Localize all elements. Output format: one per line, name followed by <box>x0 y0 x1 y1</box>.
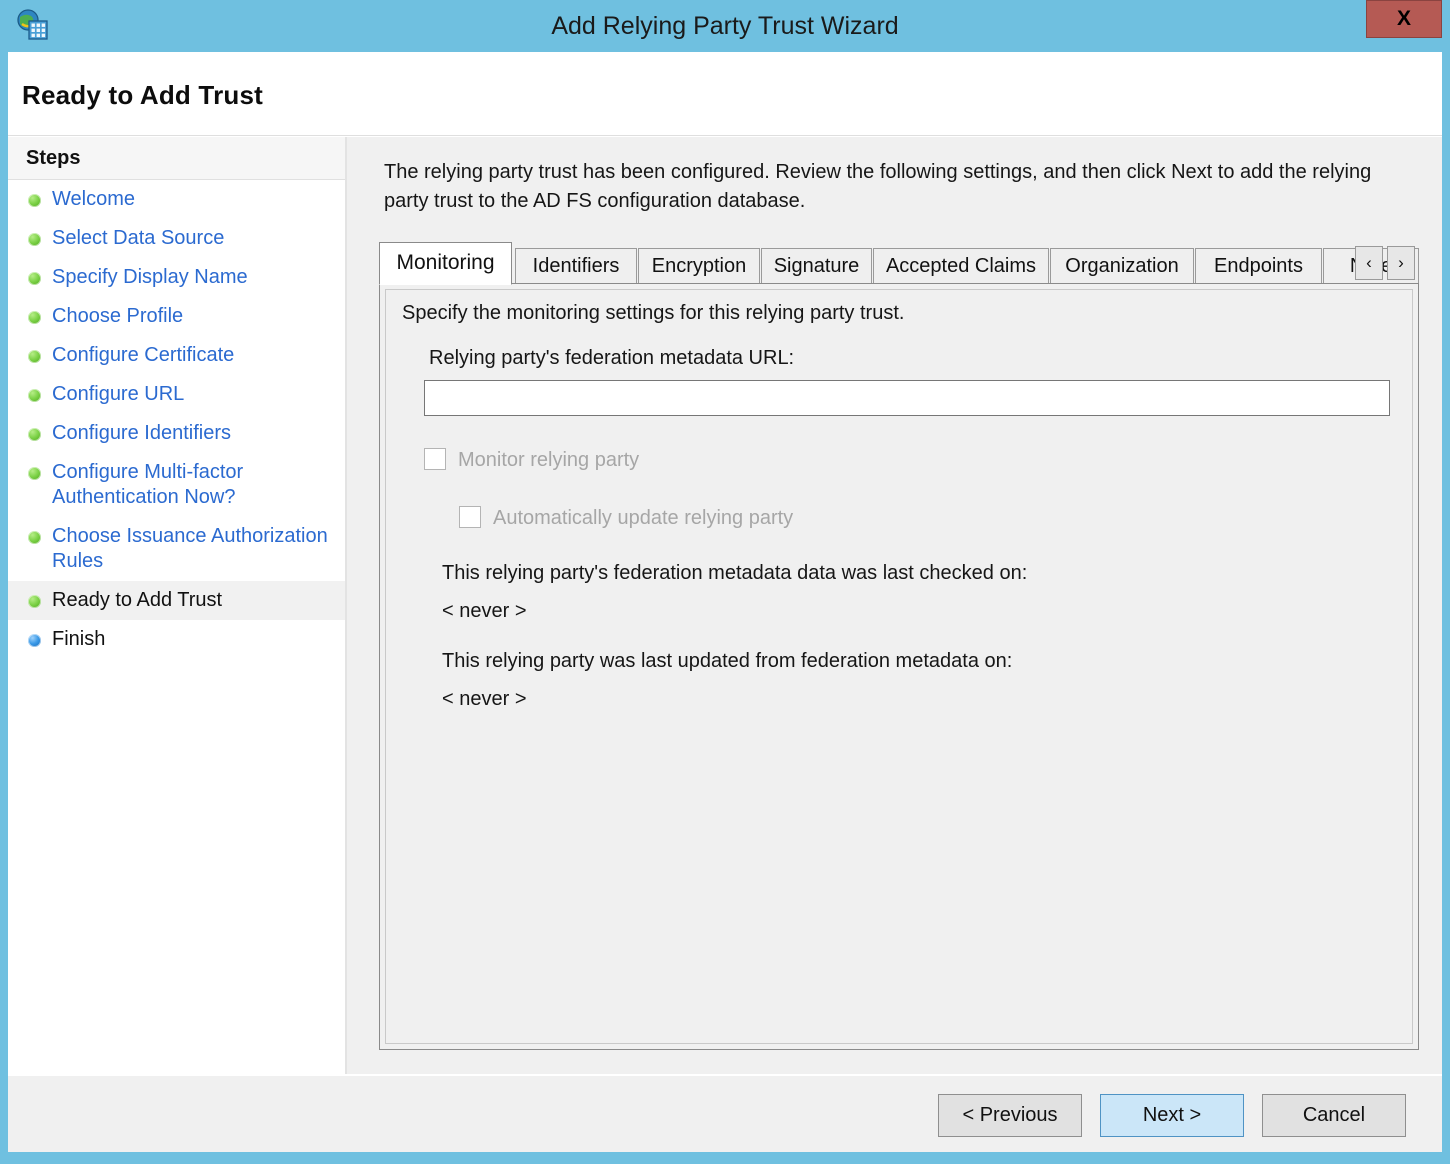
window-title: Add Relying Party Trust Wizard <box>551 12 899 40</box>
steps-heading: Steps <box>26 147 81 169</box>
sidebar-item-label: Configure URL <box>52 383 185 405</box>
sidebar-item-label: Specify Display Name <box>52 266 248 288</box>
sidebar-item-configure-url[interactable]: Configure URL <box>8 375 345 414</box>
sidebar-item-configure-identifiers[interactable]: Configure Identifiers <box>8 414 345 453</box>
tab-endpoints[interactable]: Endpoints <box>1195 248 1322 284</box>
metadata-url-input[interactable] <box>424 380 1390 416</box>
step-bullet-icon <box>28 634 41 647</box>
tab-organization[interactable]: Organization <box>1050 248 1194 284</box>
step-bullet-icon <box>28 272 41 285</box>
step-bullet-icon <box>28 428 41 441</box>
sidebar-item-choose-issuance-authorization-rules[interactable]: Choose Issuance Authorization Rules <box>8 517 345 581</box>
auto-update-relying-party-checkbox[interactable]: Automatically update relying party <box>459 505 793 531</box>
monitoring-description: Specify the monitoring settings for this… <box>402 302 905 324</box>
step-bullet-icon <box>28 595 41 608</box>
sidebar-item-label: Configure Multi-factor Authentication No… <box>52 461 244 508</box>
settings-tab-control: Monitoring Identifiers Encryption Signat… <box>379 242 1419 1050</box>
sidebar-item-label: Choose Profile <box>52 305 184 327</box>
step-bullet-icon <box>28 194 41 207</box>
intro-text: The relying party trust has been configu… <box>384 161 1372 212</box>
cancel-button[interactable]: Cancel <box>1262 1094 1406 1137</box>
tab-panel: Specify the monitoring settings for this… <box>379 283 1419 1050</box>
tab-identifiers[interactable]: Identifiers <box>515 248 637 284</box>
step-bullet-icon <box>28 389 41 402</box>
sidebar-item-configure-multi-factor-authentication[interactable]: Configure Multi-factor Authentication No… <box>8 453 345 517</box>
sidebar-item-welcome[interactable]: Welcome <box>8 180 345 219</box>
tab-accepted-claims[interactable]: Accepted Claims <box>873 248 1049 284</box>
tab-strip: Monitoring Identifiers Encryption Signat… <box>379 242 1419 285</box>
main-content: The relying party trust has been configu… <box>347 137 1442 1152</box>
next-button[interactable]: Next > <box>1100 1094 1244 1137</box>
tab-panel-inner: Specify the monitoring settings for this… <box>385 289 1413 1044</box>
last-updated-value: < never > <box>442 688 527 710</box>
dialog-footer: < Previous Next > Cancel <box>8 1074 1442 1152</box>
step-bullet-icon <box>28 311 41 324</box>
tab-signature[interactable]: Signature <box>761 248 872 284</box>
close-button[interactable]: X <box>1366 0 1442 38</box>
sidebar-item-choose-profile[interactable]: Choose Profile <box>8 297 345 336</box>
wizard-window: Add Relying Party Trust Wizard X Ready t… <box>0 0 1450 1164</box>
step-bullet-icon <box>28 350 41 363</box>
sidebar-item-label: Welcome <box>52 188 135 210</box>
sidebar-item-label: Select Data Source <box>52 227 225 249</box>
dialog-client-area: Ready to Add Trust Steps Welcome Select … <box>8 52 1442 1152</box>
sidebar-item-label: Finish <box>52 628 106 650</box>
tab-monitoring[interactable]: Monitoring <box>379 242 512 285</box>
tab-scroll-left-button[interactable]: ‹ <box>1355 246 1383 280</box>
sidebar-item-select-data-source[interactable]: Select Data Source <box>8 219 345 258</box>
monitor-relying-party-checkbox[interactable]: Monitor relying party <box>424 447 639 473</box>
sidebar-item-label: Configure Identifiers <box>52 422 231 444</box>
last-checked-value: < never > <box>442 600 527 622</box>
sidebar-item-specify-display-name[interactable]: Specify Display Name <box>8 258 345 297</box>
sidebar-item-label: Ready to Add Trust <box>52 589 223 611</box>
sidebar-item-label: Configure Certificate <box>52 344 235 366</box>
page-title: Ready to Add Trust <box>22 80 263 110</box>
title-bar: Add Relying Party Trust Wizard X <box>0 0 1450 52</box>
step-bullet-icon <box>28 467 41 480</box>
tab-encryption[interactable]: Encryption <box>638 248 760 284</box>
sidebar-item-configure-certificate[interactable]: Configure Certificate <box>8 336 345 375</box>
page-header: Ready to Add Trust <box>8 52 1442 136</box>
sidebar-item-ready-to-add-trust[interactable]: Ready to Add Trust <box>8 581 345 620</box>
tab-scroll-right-button[interactable]: › <box>1387 246 1415 280</box>
monitor-relying-party-label: Monitor relying party <box>458 449 640 471</box>
checkbox-icon <box>459 506 481 528</box>
last-updated-label: This relying party was last updated from… <box>442 650 1013 672</box>
previous-button[interactable]: < Previous <box>938 1094 1082 1137</box>
checkbox-icon <box>424 448 446 470</box>
steps-sidebar: Steps Welcome Select Data Source Specify… <box>8 137 346 1152</box>
sidebar-item-label: Choose Issuance Authorization Rules <box>52 525 328 572</box>
auto-update-relying-party-label: Automatically update relying party <box>493 507 794 529</box>
step-bullet-icon <box>28 531 41 544</box>
metadata-url-label: Relying party's federation metadata URL: <box>429 347 795 369</box>
steps-header: Steps <box>8 137 345 180</box>
steps-list: Welcome Select Data Source Specify Displ… <box>8 180 345 659</box>
sidebar-item-finish[interactable]: Finish <box>8 620 345 659</box>
step-bullet-icon <box>28 233 41 246</box>
last-checked-label: This relying party's federation metadata… <box>442 562 1028 584</box>
